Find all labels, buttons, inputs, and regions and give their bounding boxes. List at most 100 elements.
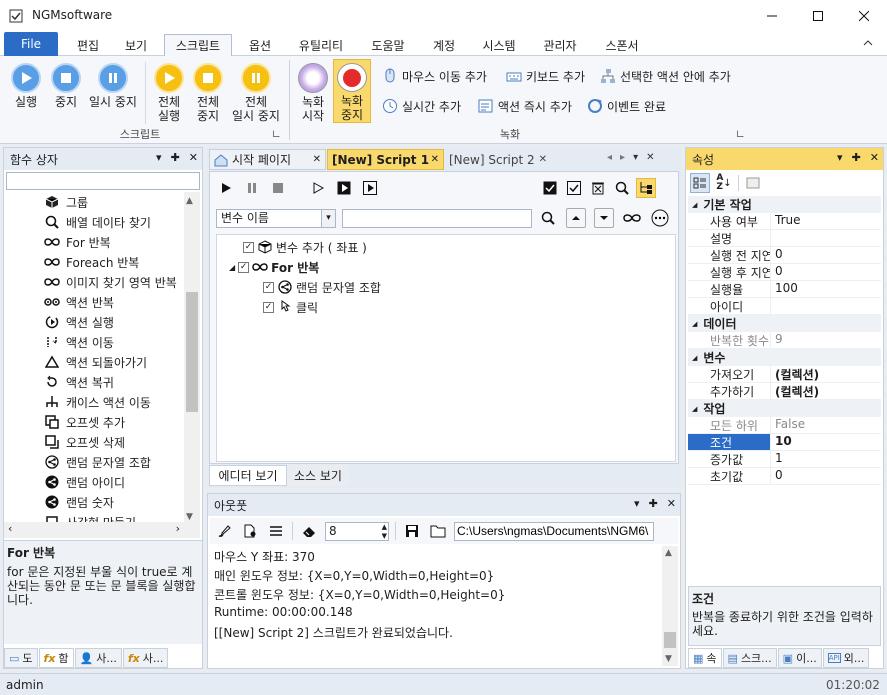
dropdown-icon[interactable]: ▾ [837,151,843,164]
tree-node[interactable]: ✓ 변수 추가 ( 좌표 ) [217,237,675,257]
file-settings-icon[interactable] [240,521,260,541]
app-icon[interactable] [9,9,23,23]
tab-next-icon[interactable]: ▸ [620,152,625,163]
add-keyboard-button[interactable]: 키보드 추가 [506,67,585,85]
tab-script-2[interactable]: [New] Script 2 ✕ [445,149,551,170]
add-action-now-button[interactable]: 액션 즉시 추가 [478,97,572,115]
function-item[interactable]: 오프셋 삭제 [44,432,184,452]
scrollbar-thumb[interactable] [664,632,676,648]
infinity-icon[interactable] [622,208,642,228]
eraser-icon[interactable] [299,521,319,541]
pause-button[interactable]: 일시 중지 [86,63,140,109]
tab-sponsor[interactable]: 스폰서 [596,35,648,56]
function-item[interactable]: For 반복 [44,232,184,252]
tab-image[interactable]: ▣ 이... [777,648,822,668]
scroll-up-icon[interactable]: ▲ [186,196,193,206]
function-item[interactable]: 액션 반복 [44,292,184,312]
more-icon[interactable] [650,208,670,228]
file-tab[interactable]: File [4,32,58,56]
close-icon[interactable]: ✕ [870,151,879,164]
close-icon[interactable]: ✕ [667,497,676,510]
tree-node[interactable]: ✓ 랜덤 문자열 조합 [217,277,675,297]
add-mouse-move-button[interactable]: 마우스 이동 추가 [382,67,487,85]
stop-icon[interactable] [268,178,288,198]
property-row[interactable]: 증가값 1 [688,451,881,468]
add-inside-action-button[interactable]: 선택한 액션 안에 추가 [600,67,731,85]
minimize-button[interactable] [749,0,795,32]
property-value[interactable]: (컬렉션) [770,383,881,399]
property-value[interactable]: False [770,417,881,433]
property-row[interactable]: 가져오기 (컬렉션) [688,366,881,383]
property-row[interactable]: 실행율 100 [688,281,881,298]
close-button[interactable] [841,0,887,32]
property-value[interactable]: 0 [770,468,881,484]
function-item[interactable]: 그룹 [44,192,184,212]
function-item[interactable]: 배열 데이타 찾기 [44,212,184,232]
stepper-up-icon[interactable]: ▲ [382,523,387,531]
close-icon[interactable]: ✕ [431,154,439,165]
record-stop-button[interactable]: 녹화 중지 [333,59,371,123]
property-category[interactable]: ◢ 작업 [688,400,881,417]
folder-icon[interactable] [428,521,448,541]
node-checkbox[interactable]: ✓ [263,281,274,293]
collapse-icon[interactable]: ◢ [692,320,697,328]
function-item[interactable]: 액션 되돌아가기 [44,352,184,372]
property-row[interactable]: 초기값 0 [688,468,881,485]
close-icon[interactable]: ✕ [646,152,654,163]
horizontal-scrollbar[interactable]: ‹ › [4,522,200,538]
search-icon[interactable] [538,208,558,228]
output-scrollbar[interactable]: ▲ ▼ [662,546,678,666]
tab-script-1[interactable]: [New] Script 1 ✕ [327,149,444,170]
tab-admin[interactable]: 관리자 [534,35,586,56]
tab-toolbox[interactable]: ▭ 도 [4,648,38,668]
node-checkbox[interactable]: ✓ [243,241,254,253]
expand-icon[interactable]: ◢ [229,263,235,272]
output-path-input[interactable] [454,521,654,541]
property-row[interactable]: 반복한 횟수 9 [688,332,881,349]
variable-search-input[interactable] [342,209,532,228]
tab-editor-view[interactable]: 에디터 보기 [209,465,287,486]
property-row[interactable]: 모든 하위 False [688,417,881,434]
dropdown-icon[interactable]: ▾ [156,151,162,164]
close-icon[interactable]: ✕ [539,154,547,165]
pin-icon[interactable]: ✚ [171,151,180,164]
function-item[interactable]: 랜덤 아이디 [44,472,184,492]
run-button[interactable]: 실행 [8,63,44,109]
collapse-icon[interactable]: ◢ [692,405,697,413]
tab-user-functions[interactable]: fx 사... [122,648,169,668]
brush-icon[interactable] [214,521,234,541]
collapse-icon[interactable]: ◢ [692,354,697,362]
stop-all-button[interactable]: 전체 중지 [190,63,226,123]
close-icon[interactable]: ✕ [189,151,198,164]
property-value[interactable]: 1 [770,451,881,467]
collapse-ribbon-icon[interactable] [862,37,874,49]
stop-button[interactable]: 중지 [48,63,84,109]
tab-start-page[interactable]: 시작 페이지 ✕ [209,149,326,170]
sort-alpha-icon[interactable]: A Z ↓ [714,173,734,193]
property-value[interactable]: 0 [770,247,881,263]
scroll-right-icon[interactable]: › [176,522,180,535]
tab-external[interactable]: API 외... [822,648,870,668]
tab-prev-icon[interactable]: ◂ [607,152,612,163]
pause-all-button[interactable]: 전체 일시 중지 [228,63,284,123]
function-item[interactable]: 이미지 찾기 영역 반복 [44,272,184,292]
property-value[interactable]: (컬렉션) [770,366,881,382]
scroll-down-icon[interactable]: ▼ [186,512,193,522]
categorized-icon[interactable] [690,173,710,193]
property-category[interactable]: ◢ 데이터 [688,315,881,332]
function-item[interactable]: 오프셋 추가 [44,412,184,432]
delete-icon[interactable] [588,178,608,198]
property-value[interactable]: 10 [770,434,881,450]
play-box-icon[interactable] [334,178,354,198]
tab-properties[interactable]: ▦ 속 [688,648,722,668]
tab-user[interactable]: 👤 사... [74,648,122,668]
scroll-left-icon[interactable]: ‹ [8,522,12,535]
tab-script[interactable]: 스크립트 [164,34,232,56]
function-item[interactable]: 캐이스 액션 이동 [44,392,184,412]
tree-node[interactable]: ◢ ✓ For 반복 [217,257,675,277]
tree-view-icon[interactable] [636,178,656,198]
node-checkbox[interactable]: ✓ [263,301,274,313]
function-item[interactable]: 액션 이동 [44,332,184,352]
pin-icon[interactable]: ✚ [649,497,658,510]
property-value[interactable]: 9 [770,332,881,348]
